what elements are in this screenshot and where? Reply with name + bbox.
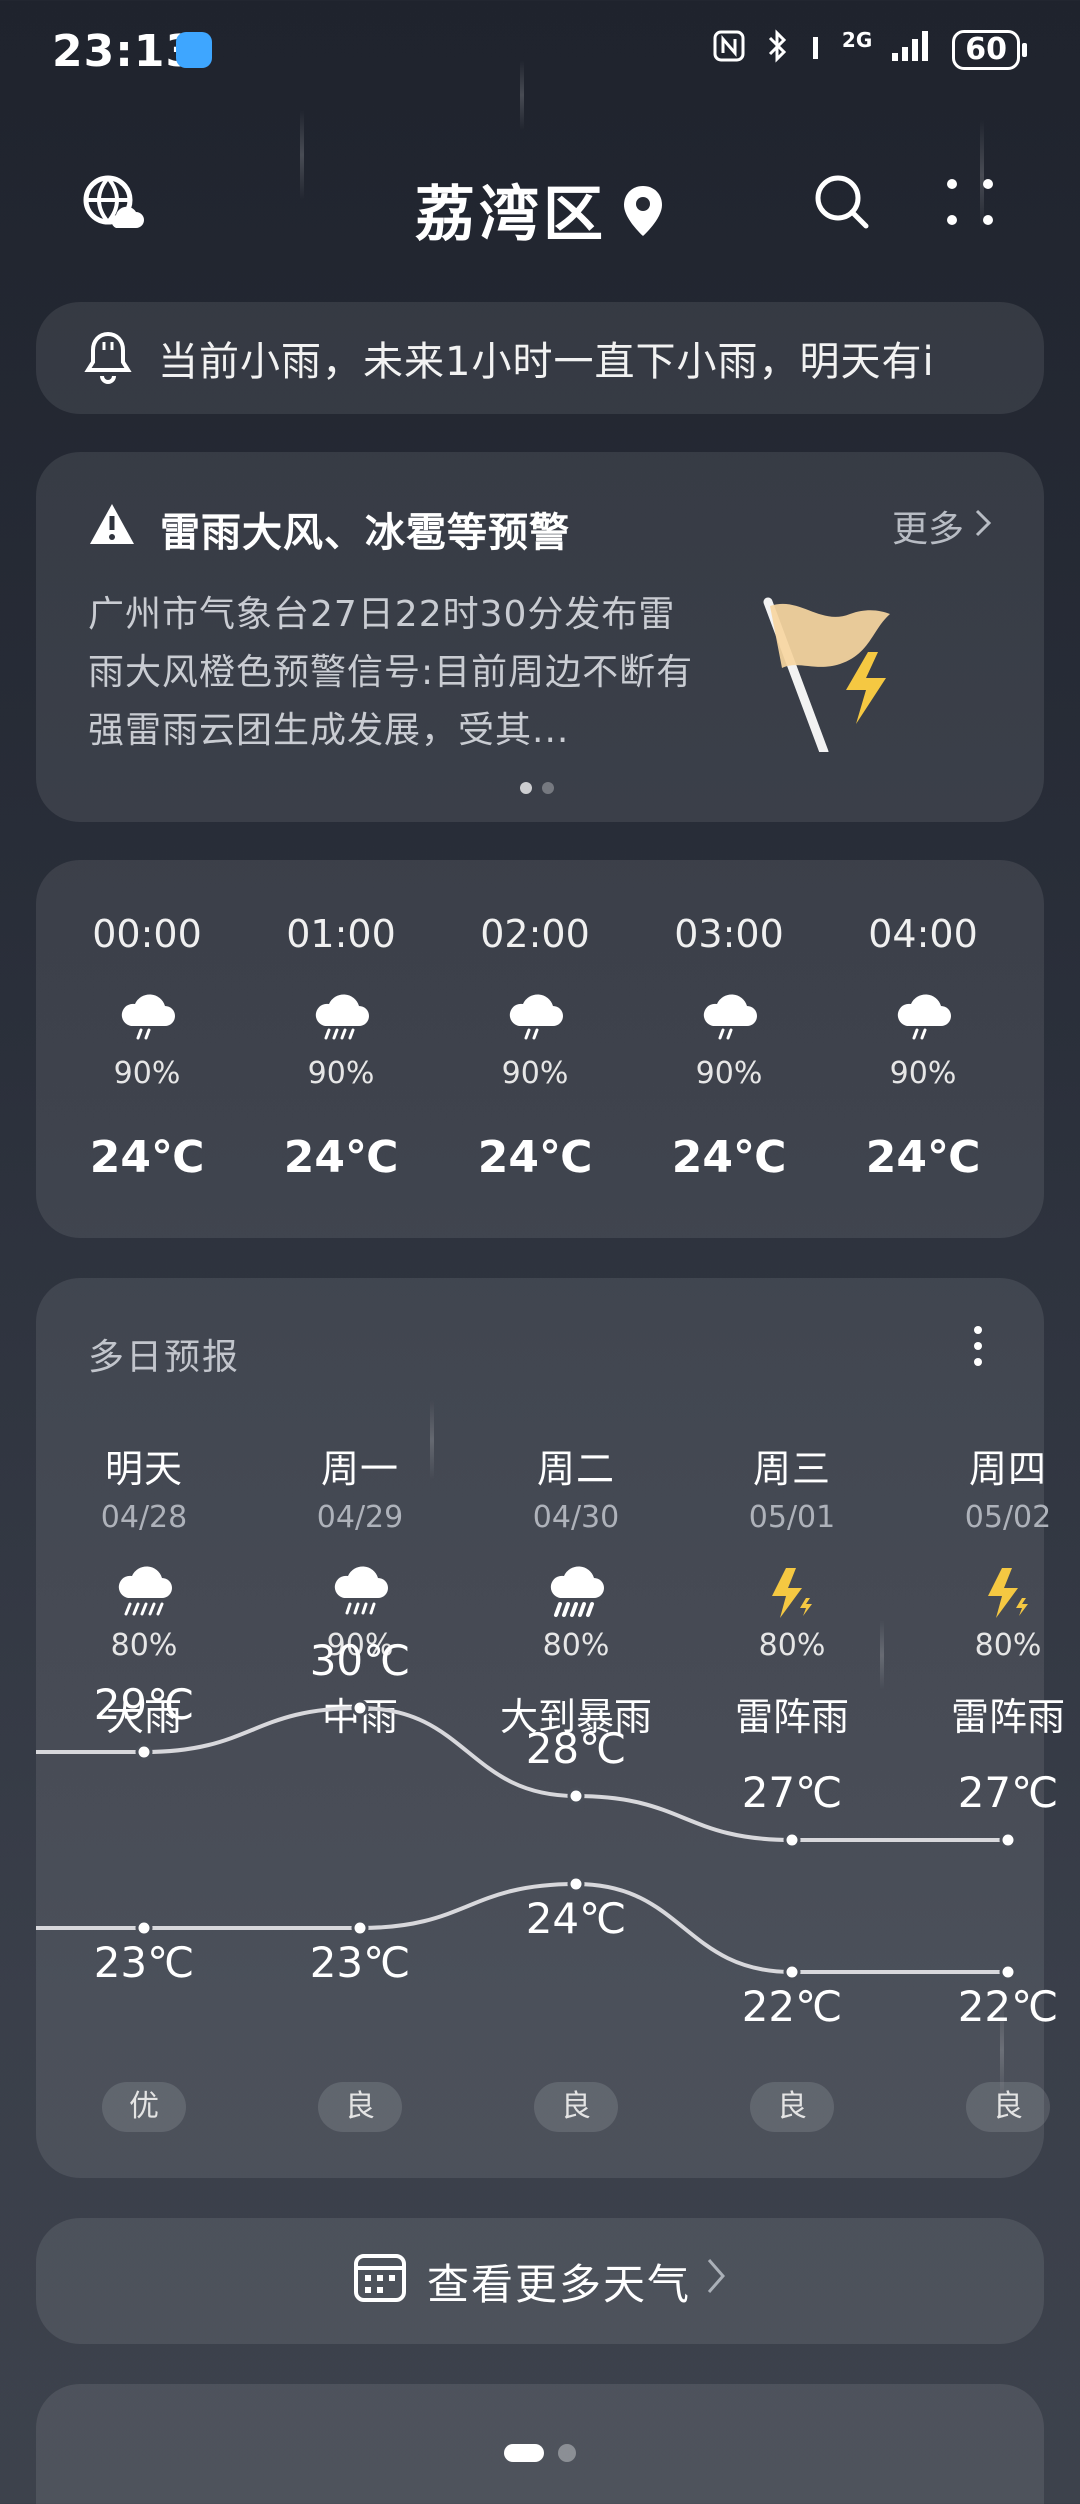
high-temp-label: 27℃ bbox=[957, 1768, 1059, 1817]
high-temp-point bbox=[351, 1699, 369, 1717]
low-temp-label: 23℃ bbox=[309, 1938, 411, 1987]
hour-precip: 90% bbox=[889, 1056, 957, 1091]
bell-icon bbox=[84, 328, 132, 388]
weather-warning-card[interactable]: 雷雨大风、冰雹等预警 更多 广州市气象台27日22时30分发布雷雨大风橙色预警信… bbox=[36, 452, 1044, 822]
hour-precip: 90% bbox=[113, 1056, 181, 1091]
daily-forecast-card[interactable]: 多日预报 明天 04/28 80% 大雨 优 周一 04/29 90% 中雨 良… bbox=[36, 1278, 1065, 2178]
high-temp-point bbox=[567, 1787, 585, 1805]
hour-time: 03:00 bbox=[674, 912, 784, 956]
hour-time: 00:00 bbox=[92, 912, 202, 956]
high-temp-label: 27℃ bbox=[741, 1768, 843, 1817]
warning-flag-icon bbox=[756, 592, 916, 757]
low-temp-label: 22℃ bbox=[957, 1982, 1059, 2031]
search-icon[interactable] bbox=[812, 172, 872, 236]
low-temp-point bbox=[999, 1963, 1017, 1981]
more-weather-button[interactable]: 查看更多天气 bbox=[36, 2218, 1044, 2344]
battery-level: 60 bbox=[952, 30, 1027, 70]
high-temp-point bbox=[999, 1831, 1017, 1849]
network-type-label: 2G bbox=[841, 28, 873, 52]
low-temp-label: 23℃ bbox=[93, 1938, 195, 1987]
pager-dot bbox=[542, 782, 554, 794]
warning-triangle-icon bbox=[88, 502, 136, 556]
bluetooth-icon bbox=[766, 28, 790, 72]
page-dot-active[interactable] bbox=[504, 2444, 544, 2462]
status-icons: 2G 60 bbox=[712, 28, 1027, 72]
high-temp-label: 30℃ bbox=[309, 1636, 411, 1685]
high-temp-label: 29℃ bbox=[93, 1680, 195, 1729]
high-temp-point bbox=[135, 1743, 153, 1761]
app-header: 荔湾区 bbox=[0, 160, 1080, 250]
rain-cloud-icon bbox=[311, 990, 371, 1048]
page-indicator bbox=[0, 2444, 1080, 2462]
hour-time: 01:00 bbox=[286, 912, 396, 956]
warning-pager bbox=[520, 782, 554, 794]
page-dot[interactable] bbox=[558, 2444, 576, 2462]
hour-time: 02:00 bbox=[480, 912, 590, 956]
hour-temp: 24℃ bbox=[283, 1132, 399, 1183]
high-temp-point bbox=[783, 1831, 801, 1849]
rain-alert-bar[interactable]: 当前小雨，未来1小时一直下小雨，明天有i bbox=[36, 302, 1044, 414]
rain-alert-text: 当前小雨，未来1小时一直下小雨，明天有i bbox=[158, 339, 935, 385]
low-temp-point bbox=[567, 1875, 585, 1893]
rain-cloud-icon bbox=[893, 990, 953, 1048]
warning-title: 雷雨大风、冰雹等预警 bbox=[88, 500, 570, 558]
rain-cloud-icon bbox=[699, 990, 759, 1048]
city-name: 荔湾区 bbox=[415, 180, 607, 250]
signal-bars-icon bbox=[892, 29, 932, 71]
more-menu-icon[interactable] bbox=[940, 172, 1000, 236]
calendar-icon bbox=[353, 2249, 407, 2313]
pager-dot-active bbox=[520, 782, 532, 794]
hour-temp: 24℃ bbox=[477, 1132, 593, 1183]
hour-precip: 90% bbox=[307, 1056, 375, 1091]
low-temp-point bbox=[783, 1963, 801, 1981]
more-weather-label: 查看更多天气 bbox=[426, 2259, 691, 2309]
hour-precip: 90% bbox=[695, 1056, 763, 1091]
signal-icon bbox=[810, 29, 822, 71]
warning-description: 广州市气象台27日22时30分发布雷雨大风橙色预警信号:目前周边不断有强雷雨云团… bbox=[88, 594, 694, 751]
city-title[interactable]: 荔湾区 bbox=[0, 166, 1080, 253]
nfc-icon bbox=[712, 29, 746, 71]
hour-temp: 24℃ bbox=[89, 1132, 205, 1183]
low-temp-point bbox=[351, 1919, 369, 1937]
hour-precip: 90% bbox=[501, 1056, 569, 1091]
warning-title-text: 雷雨大风、冰雹等预警 bbox=[160, 510, 570, 556]
low-temp-point bbox=[135, 1919, 153, 1937]
hourly-forecast-card[interactable]: 00:00 90% 24℃ 01:00 90% 24℃ 02:00 90% 24… bbox=[36, 860, 1044, 1238]
warning-more-link[interactable]: 更多 bbox=[892, 500, 992, 552]
low-temp-label: 24℃ bbox=[525, 1894, 627, 1943]
high-temp-label: 28℃ bbox=[525, 1724, 627, 1773]
hour-time: 04:00 bbox=[868, 912, 978, 956]
rain-cloud-icon bbox=[505, 990, 565, 1048]
hour-temp: 24℃ bbox=[865, 1132, 981, 1183]
hour-temp: 24℃ bbox=[671, 1132, 787, 1183]
low-temp-label: 22℃ bbox=[741, 1982, 843, 2031]
location-pin-icon bbox=[621, 183, 665, 253]
rain-cloud-icon bbox=[117, 990, 177, 1048]
chevron-right-icon bbox=[705, 2256, 727, 2306]
app-notification-icon bbox=[176, 32, 212, 68]
warning-more-label: 更多 bbox=[891, 509, 964, 550]
status-bar: 23:13 2G 60 bbox=[0, 0, 1080, 100]
chevron-right-icon bbox=[974, 506, 992, 547]
